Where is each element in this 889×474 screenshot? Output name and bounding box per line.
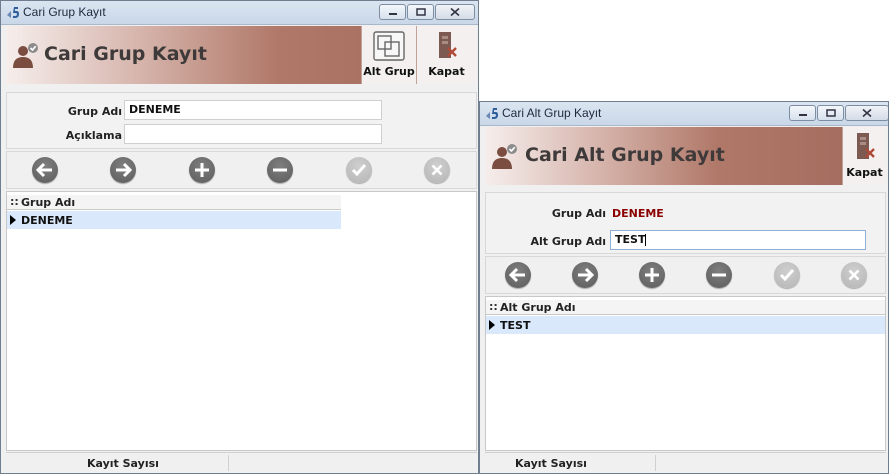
page-title: Cari Alt Grup Kayıt xyxy=(525,144,725,166)
navigation-toolbar xyxy=(6,151,477,189)
previous-button[interactable] xyxy=(32,157,58,183)
close-icon xyxy=(450,7,460,17)
page-title: Cari Grup Kayıt xyxy=(44,43,207,65)
arrow-left-icon xyxy=(35,162,52,178)
plus-icon xyxy=(195,163,209,177)
form-panel: Grup Adı DENEME Açıklama xyxy=(6,92,477,149)
exit-door-icon xyxy=(856,133,875,159)
title-bar[interactable]: Cari Alt Grup Kayıt xyxy=(480,102,888,126)
aciklama-input[interactable] xyxy=(124,124,382,144)
table-row[interactable]: TEST xyxy=(486,316,885,334)
arrow-left-icon xyxy=(508,267,525,283)
grup-adi-input[interactable]: DENEME xyxy=(124,100,382,120)
alt-grup-icon xyxy=(373,31,405,61)
minus-icon xyxy=(273,168,287,172)
maximize-icon xyxy=(415,8,426,16)
aciklama-label: Açıklama xyxy=(65,129,122,142)
delete-button[interactable] xyxy=(706,262,732,288)
check-icon xyxy=(779,269,795,282)
alt-grup-button[interactable]: Alt Grup xyxy=(361,26,416,84)
kapat-label: Kapat xyxy=(846,166,883,179)
grid-header-dots: :: xyxy=(489,300,498,313)
grup-adi-label: Grup Adı xyxy=(551,207,606,220)
row-indicator-icon xyxy=(489,320,495,330)
row-indicator-icon xyxy=(10,215,16,225)
maximize-button[interactable] xyxy=(407,4,434,20)
cari-alt-grup-window: Cari Alt Grup Kayıt Cari Alt Grup Kayıt xyxy=(479,101,889,474)
grup-adi-value: DENEME xyxy=(612,207,664,220)
status-divider xyxy=(655,455,656,471)
minimize-button[interactable] xyxy=(789,105,816,121)
status-bar: Kayıt Sayısı xyxy=(6,452,477,473)
app-icon xyxy=(7,7,19,18)
minimize-icon xyxy=(798,114,807,116)
kapat-button[interactable]: Kapat xyxy=(842,127,886,185)
alt-grup-label: Alt Grup xyxy=(363,65,415,78)
x-icon xyxy=(431,164,443,176)
text-cursor xyxy=(645,234,647,246)
minimize-icon xyxy=(388,13,397,15)
table-cell: DENEME xyxy=(21,214,73,227)
check-icon xyxy=(351,164,367,177)
status-divider xyxy=(228,455,229,471)
cancel-button[interactable] xyxy=(424,157,450,183)
kayit-sayisi-label: Kayıt Sayısı xyxy=(515,457,587,470)
user-group-icon xyxy=(13,43,38,68)
maximize-icon xyxy=(825,109,836,117)
grup-grid: :: Grup Adı DENEME xyxy=(6,191,477,451)
column-header-alt-grup-adi[interactable]: Alt Grup Adı xyxy=(500,301,576,314)
window-title: Cari Grup Kayıt xyxy=(23,5,106,19)
grid-header-dots: :: xyxy=(10,195,19,208)
table-cell: TEST xyxy=(500,319,531,332)
navigation-toolbar xyxy=(485,256,886,294)
user-group-icon xyxy=(492,144,517,169)
window-title: Cari Alt Grup Kayıt xyxy=(502,106,602,120)
window-controls xyxy=(379,4,475,20)
close-icon xyxy=(862,108,872,118)
grid-header: :: Grup Adı xyxy=(7,195,341,210)
next-button[interactable] xyxy=(110,157,136,183)
title-bar[interactable]: Cari Grup Kayıt xyxy=(1,1,478,25)
close-button[interactable] xyxy=(845,105,888,121)
exit-door-icon xyxy=(438,32,457,58)
maximize-button[interactable] xyxy=(817,105,844,121)
grid-header: :: Alt Grup Adı xyxy=(486,300,885,315)
column-header-grup-adi[interactable]: Grup Adı xyxy=(21,196,75,209)
next-button[interactable] xyxy=(572,262,598,288)
form-panel: Grup Adı DENEME Alt Grup Adı TEST xyxy=(485,192,886,254)
table-row[interactable]: DENEME xyxy=(7,211,341,229)
add-button[interactable] xyxy=(639,262,665,288)
arrow-right-icon xyxy=(116,162,133,178)
delete-button[interactable] xyxy=(267,157,293,183)
app-icon xyxy=(486,108,498,119)
alt-grup-adi-label: Alt Grup Adı xyxy=(530,235,606,248)
minus-icon xyxy=(712,273,726,277)
kapat-label: Kapat xyxy=(428,65,465,78)
add-button[interactable] xyxy=(189,157,215,183)
cari-grup-window: Cari Grup Kayıt Cari Grup Kayıt Alt Grup… xyxy=(0,0,479,474)
alt-grup-grid: :: Alt Grup Adı TEST xyxy=(485,296,886,451)
grup-adi-label: Grup Adı xyxy=(67,105,122,118)
form-header: Cari Alt Grup Kayıt Kapat xyxy=(485,127,886,185)
save-button[interactable] xyxy=(346,157,372,183)
cancel-button[interactable] xyxy=(841,262,867,288)
previous-button[interactable] xyxy=(505,262,531,288)
kapat-button[interactable]: Kapat xyxy=(416,26,476,84)
alt-grup-adi-input[interactable]: TEST xyxy=(610,230,866,250)
minimize-button[interactable] xyxy=(379,4,406,20)
x-icon xyxy=(848,269,860,281)
plus-icon xyxy=(645,268,659,282)
alt-grup-adi-value: TEST xyxy=(615,233,646,246)
kayit-sayisi-label: Kayıt Sayısı xyxy=(87,457,159,470)
window-controls xyxy=(789,105,888,121)
status-bar: Kayıt Sayısı xyxy=(485,452,886,473)
save-button[interactable] xyxy=(774,262,800,288)
form-header: Cari Grup Kayıt Alt Grup Kapat xyxy=(6,26,476,84)
close-button[interactable] xyxy=(435,4,475,20)
arrow-right-icon xyxy=(578,267,595,283)
